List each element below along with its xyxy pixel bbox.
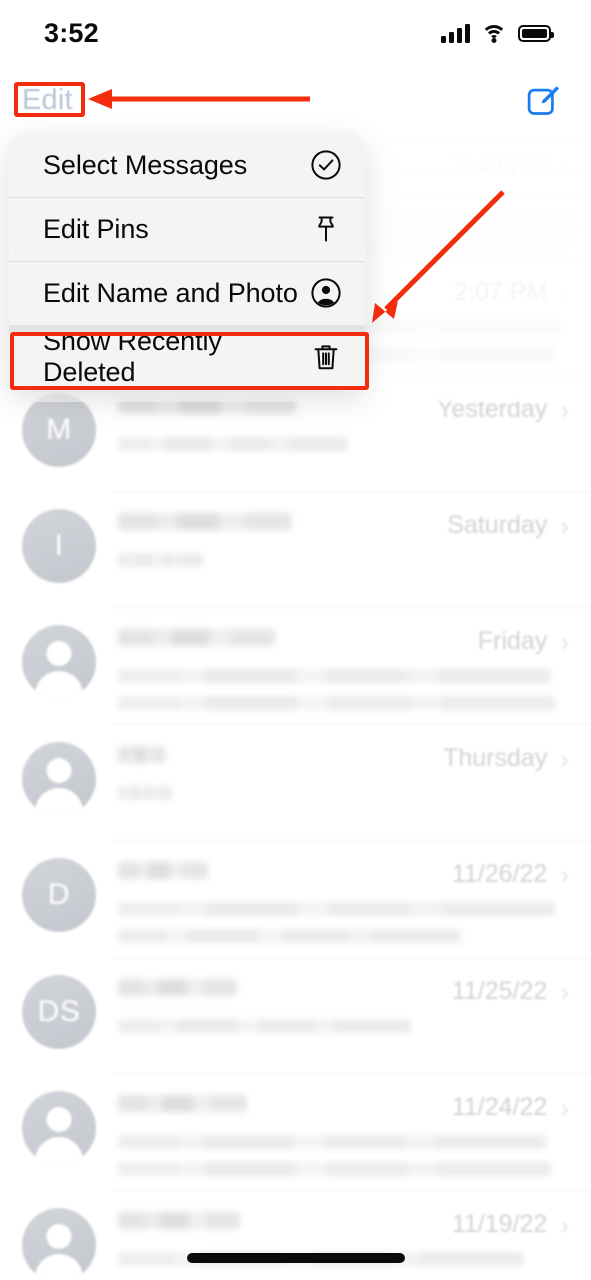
edit-context-menu[interactable]: Select Messages Edit Pins Edit Name and … [9,133,365,389]
navigation-bar [0,62,591,132]
status-bar: 3:52 [0,0,591,62]
menu-item-label: Select Messages [43,149,248,180]
status-time: 3:52 [44,17,99,48]
compose-icon[interactable] [526,82,561,117]
cellular-signal-icon [441,23,470,43]
menu-item-edit-pins[interactable]: Edit Pins [9,197,365,261]
wifi-icon [481,24,507,43]
status-indicators [441,23,554,43]
menu-item-label: Edit Pins [43,213,149,244]
menu-item-label: Show Recently Deleted [43,326,222,387]
menu-item-label: Edit Name and Photo [43,277,298,308]
battery-icon [518,24,554,42]
pin-icon [309,212,343,246]
trash-icon [309,340,343,374]
person-circle-icon [309,276,343,310]
home-indicator [186,1253,405,1263]
menu-item-edit-name-and-photo[interactable]: Edit Name and Photo [9,261,365,325]
menu-item-show-recently-deleted[interactable]: Show Recently Deleted [9,325,365,389]
edit-button[interactable]: Edit [22,84,73,117]
checkmark-circle-icon [309,148,343,182]
menu-item-select-messages[interactable]: Select Messages [9,133,365,197]
